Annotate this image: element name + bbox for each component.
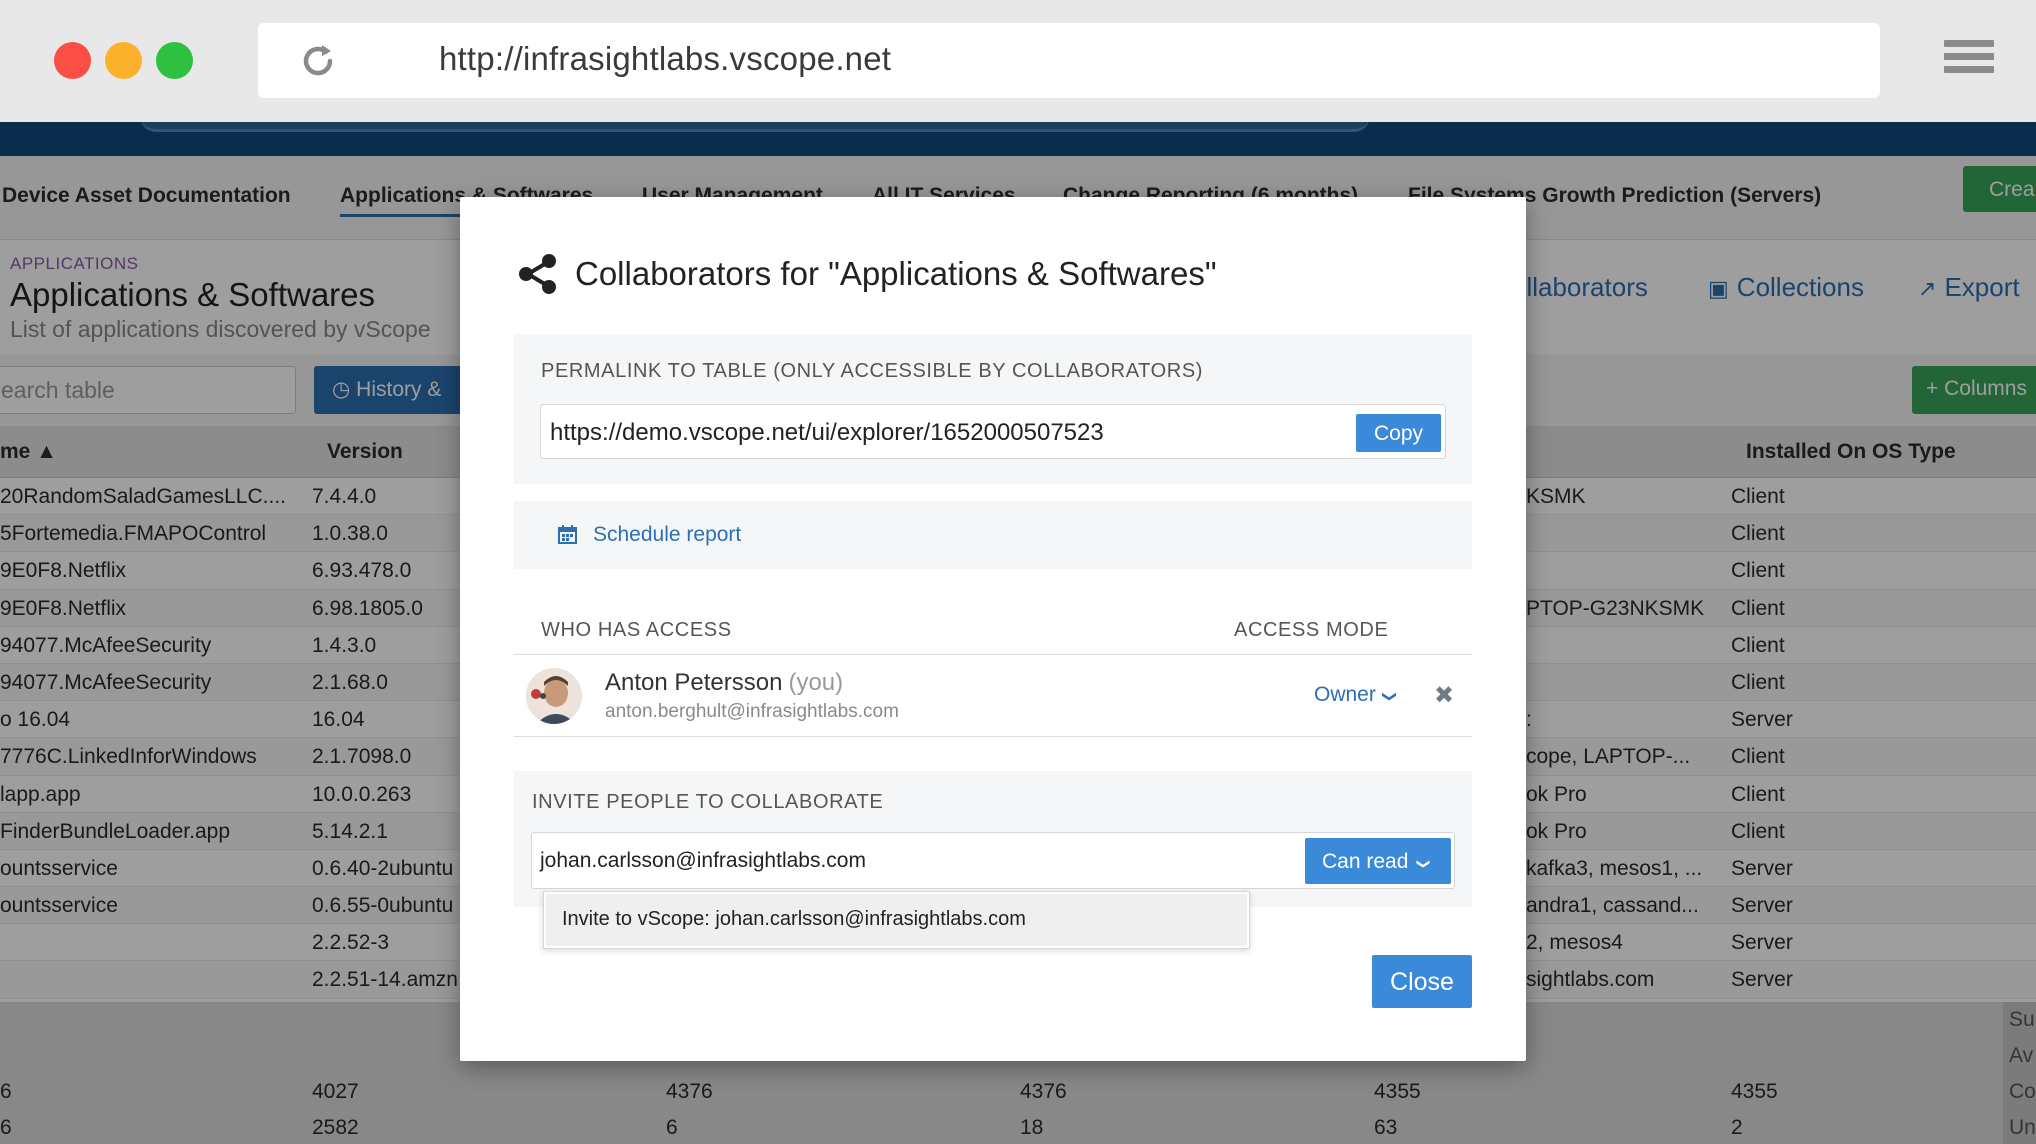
schedule-report-label: Schedule report (593, 523, 742, 546)
invite-label: INVITE PEOPLE TO COLLABORATE (532, 791, 884, 813)
window-minimize-dot[interactable] (105, 42, 142, 79)
avatar (526, 668, 582, 724)
collaborator-name: Anton Petersson (you) (605, 669, 843, 697)
schedule-report-link[interactable]: Schedule report (558, 523, 741, 547)
window-close-dot[interactable] (54, 42, 91, 79)
invite-permission-dropdown[interactable]: Can read ❯ (1305, 838, 1451, 884)
avatar-image (526, 668, 582, 724)
access-mode-value: Owner (1314, 683, 1376, 706)
invite-permission-value: Can read (1322, 850, 1409, 873)
url-text[interactable]: http://infrasightlabs.vscope.net (439, 40, 891, 78)
collaborator-row: Anton Petersson (you) anton.berghult@infr… (514, 655, 1472, 737)
copy-button[interactable]: Copy (1356, 414, 1441, 452)
permalink-url[interactable]: https://demo.vscope.net/ui/explorer/1652… (550, 419, 1104, 447)
reload-icon[interactable] (298, 41, 338, 81)
schedule-panel: Schedule report (514, 501, 1472, 569)
chevron-down-icon: ❯ (1382, 690, 1399, 703)
menu-icon[interactable] (1944, 40, 1994, 82)
dialog-title: Collaborators for "Applications & Softwa… (517, 255, 1217, 293)
calendar-icon (558, 525, 577, 544)
chevron-down-icon: ❯ (1416, 858, 1432, 870)
permalink-field[interactable]: https://demo.vscope.net/ui/explorer/1652… (540, 404, 1446, 459)
collaborators-dialog: Collaborators for "Applications & Softwa… (460, 197, 1526, 1061)
invite-suggestion-item[interactable]: Invite to vScope: johan.carlsson@infrasi… (546, 894, 1247, 946)
access-mode-label: ACCESS MODE (1234, 619, 1389, 641)
permalink-label: PERMALINK TO TABLE (ONLY ACCESSIBLE BY C… (541, 360, 1204, 382)
remove-collaborator-icon[interactable]: ✖ (1434, 681, 1454, 710)
permalink-panel: PERMALINK TO TABLE (ONLY ACCESSIBLE BY C… (514, 334, 1472, 484)
invite-suggestion-dropdown: Invite to vScope: johan.carlsson@infrasi… (543, 891, 1250, 949)
invite-panel: INVITE PEOPLE TO COLLABORATE johan.carls… (514, 771, 1472, 907)
invite-email-value[interactable]: johan.carlsson@infrasightlabs.com (540, 849, 866, 873)
access-mode-dropdown[interactable]: Owner ❯ (1314, 683, 1399, 707)
who-has-access-label: WHO HAS ACCESS (541, 619, 732, 641)
window-maximize-dot[interactable] (156, 42, 193, 79)
invite-email-input[interactable]: johan.carlsson@infrasightlabs.com Can re… (531, 832, 1455, 889)
address-bar[interactable]: http://infrasightlabs.vscope.net (258, 23, 1880, 98)
collaborator-name-text: Anton Petersson (605, 669, 783, 696)
access-list-header: WHO HAS ACCESS ACCESS MODE (514, 605, 1472, 655)
you-indicator: (you) (788, 669, 844, 696)
browser-chrome: http://infrasightlabs.vscope.net (0, 0, 2036, 122)
collaborator-email: anton.berghult@infrasightlabs.com (605, 701, 899, 722)
dialog-title-text: Collaborators for "Applications & Softwa… (575, 255, 1217, 292)
close-button[interactable]: Close (1372, 955, 1472, 1008)
